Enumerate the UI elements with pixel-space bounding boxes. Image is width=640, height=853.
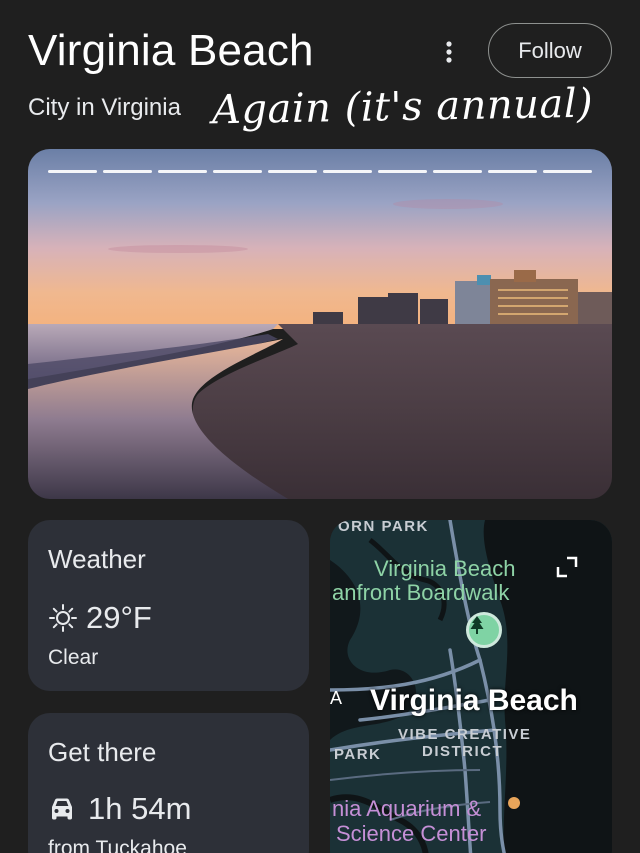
map-label-park-left: PARK <box>334 746 382 763</box>
map-expand-button[interactable] <box>554 554 580 580</box>
tree-icon <box>470 616 484 634</box>
page-subtitle: City in Virginia <box>28 94 181 121</box>
story-segment <box>378 170 427 173</box>
story-progress-bars <box>48 170 592 173</box>
map-label-boardwalk-2: anfront Boardwalk <box>332 580 510 605</box>
hero-image[interactable] <box>28 149 612 499</box>
sun-icon <box>49 604 77 632</box>
map-label-aquarium-2: Science Center <box>336 821 487 846</box>
map-label-park-top: ORN PARK <box>338 520 429 535</box>
story-segment <box>488 170 537 173</box>
story-segment <box>543 170 592 173</box>
more-vert-icon <box>446 41 452 63</box>
aquarium-dot[interactable] <box>508 797 520 809</box>
get-there-card[interactable]: Get there 1h 54m from Tuckahoe <box>28 713 309 853</box>
temperature-value: 29°F <box>86 600 152 635</box>
travel-duration: 1h 54m <box>88 791 192 826</box>
map-label-city: Virginia Beach <box>370 684 578 717</box>
handwritten-annotation: Again (it's annual) <box>211 80 594 134</box>
story-segment <box>323 170 372 173</box>
weather-condition: Clear <box>48 646 99 669</box>
weather-title: Weather <box>48 544 146 574</box>
expand-icon <box>556 556 578 578</box>
map-label-city-prefix: A <box>330 688 343 708</box>
get-there-title: Get there <box>48 737 157 767</box>
map-label-aquarium-1: nia Aquarium & <box>332 796 482 821</box>
story-segment <box>103 170 152 173</box>
map-card[interactable]: ORN PARK Virginia Beach anfront Boardwal… <box>330 520 612 853</box>
story-segment <box>213 170 262 173</box>
car-icon <box>52 798 72 820</box>
travel-origin: from Tuckahoe <box>48 837 187 853</box>
map-label-district-2: DISTRICT <box>422 743 504 760</box>
weather-card[interactable]: Weather 29°F Clear <box>28 520 309 691</box>
beach-photo <box>28 149 612 499</box>
map-label-boardwalk-1: Virginia Beach <box>374 556 516 581</box>
more-options-button[interactable] <box>436 38 462 66</box>
story-segment <box>48 170 97 173</box>
follow-button[interactable]: Follow <box>488 23 612 78</box>
page-title: Virginia Beach <box>28 26 314 75</box>
boardwalk-pin[interactable] <box>466 612 502 648</box>
map-label-district-1: VIBE CREATIVE <box>398 726 532 743</box>
story-segment <box>433 170 482 173</box>
story-segment <box>268 170 317 173</box>
story-segment <box>158 170 207 173</box>
